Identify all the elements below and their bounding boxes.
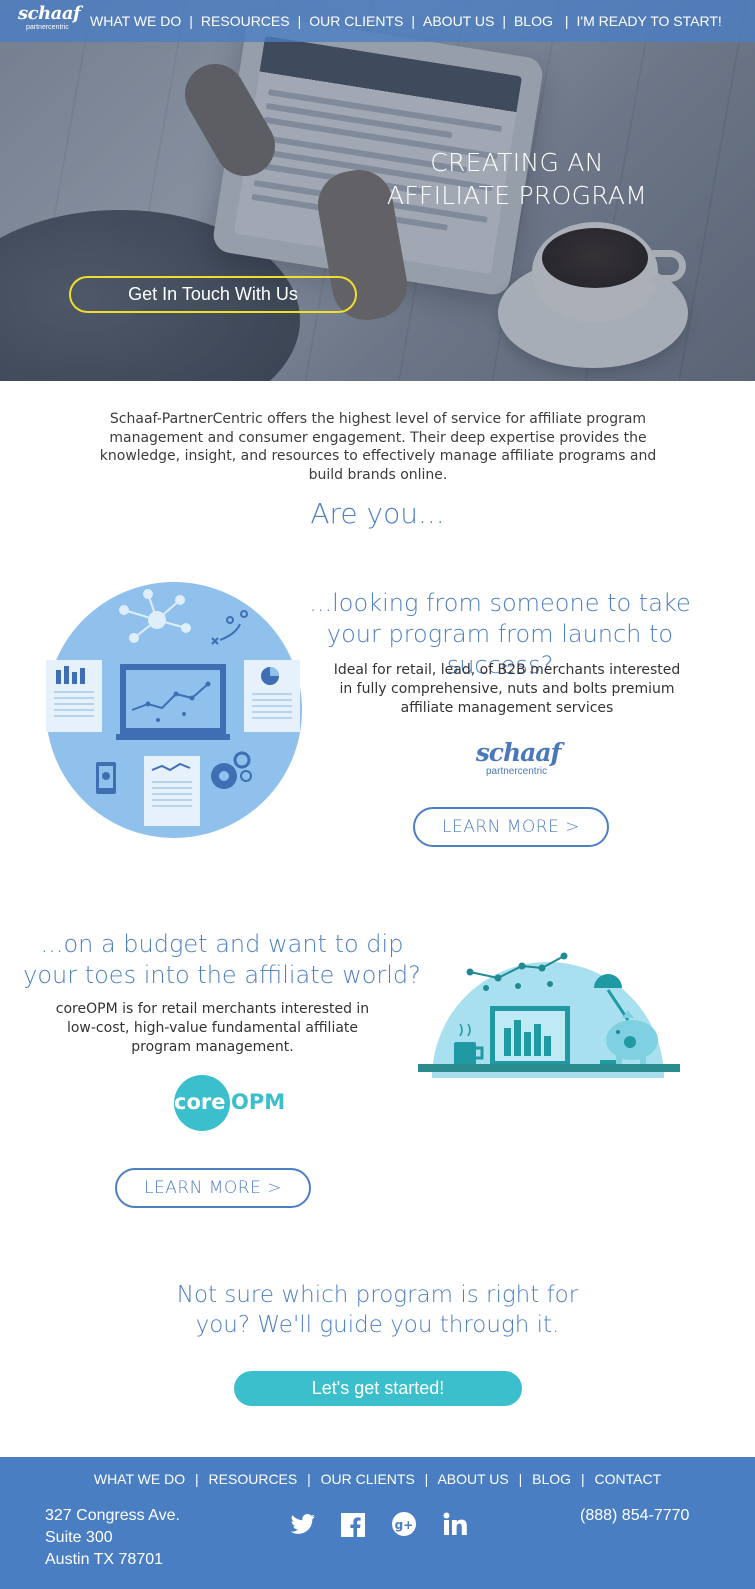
facebook-icon[interactable] xyxy=(338,1509,368,1539)
section1-description: Ideal for retail, lead, of B2B merchants… xyxy=(333,662,681,716)
address-line-3: Austin TX 78701 xyxy=(45,1551,164,1568)
top-nav-bar: schaaf partnercentric WHAT WE DO | RESOU… xyxy=(0,0,755,42)
learn-more-coreopm-button[interactable]: LEARN MORE > xyxy=(115,1168,311,1208)
footer-phone[interactable]: (888) 854-7770 xyxy=(580,1507,689,1525)
coreopm-logo: core OPM xyxy=(174,1075,294,1131)
coreopm-logo-opm: OPM xyxy=(231,1090,286,1114)
are-you-heading: Are you... xyxy=(310,497,445,530)
hero-banner: CREATING AN AFFILIATE PROGRAM Get In Tou… xyxy=(0,0,755,381)
twitter-icon[interactable] xyxy=(288,1509,318,1539)
footer-separator: | xyxy=(195,1471,199,1487)
footer-link-about-us[interactable]: ABOUT US xyxy=(437,1471,508,1487)
line-report-icon xyxy=(144,756,200,826)
nav-separator: | xyxy=(297,13,302,29)
address-line-1: 327 Congress Ave. xyxy=(45,1507,180,1524)
monitor-chart-icon xyxy=(116,664,230,740)
top-nav-links: WHAT WE DO | RESOURCES | OUR CLIENTS | A… xyxy=(88,0,724,42)
footer: WHAT WE DO | RESOURCES | OUR CLIENTS | A… xyxy=(0,1457,755,1589)
footer-nav: WHAT WE DO | RESOURCES | OUR CLIENTS | A… xyxy=(0,1471,755,1487)
footer-separator: | xyxy=(307,1471,311,1487)
logo-subtitle: partnercentric xyxy=(26,24,69,31)
footer-separator: | xyxy=(424,1471,429,1487)
nav-separator: | xyxy=(411,13,415,29)
address-line-2: Suite 300 xyxy=(45,1529,113,1546)
footer-link-resources[interactable]: RESOURCES xyxy=(209,1471,298,1487)
hero-title-line-2: AFFILIATE PROGRAM xyxy=(386,181,648,210)
guide-heading: Not sure which program is right for you?… xyxy=(176,1282,579,1338)
laptop-chart-icon xyxy=(490,1006,570,1066)
footer-link-our-clients[interactable]: OUR CLIENTS xyxy=(321,1471,415,1487)
logo-wordmark: schaaf xyxy=(18,3,81,24)
google-plus-icon[interactable]: g+ xyxy=(389,1509,419,1539)
nav-link-ready-to-start[interactable]: I'M READY TO START! xyxy=(575,13,724,29)
nav-separator: | xyxy=(502,13,506,29)
linkedin-icon[interactable] xyxy=(440,1509,470,1539)
hero-title-line-1: CREATING AN xyxy=(430,148,604,177)
nav-separator: | xyxy=(189,13,193,29)
footer-link-what-we-do[interactable]: WHAT WE DO xyxy=(94,1471,185,1487)
shelf-icon xyxy=(418,1064,680,1072)
nav-link-about-us[interactable]: ABOUT US xyxy=(421,13,496,29)
nav-link-what-we-do[interactable]: WHAT WE DO xyxy=(88,13,183,29)
footer-separator: | xyxy=(580,1471,585,1487)
hero-title: CREATING AN AFFILIATE PROGRAM xyxy=(352,146,682,212)
footer-link-contact[interactable]: CONTACT xyxy=(595,1471,662,1487)
section2-description: coreOPM is for retail merchants interest… xyxy=(55,1001,370,1055)
premium-service-illustration xyxy=(46,582,302,838)
coreopm-logo-core: core xyxy=(174,1090,226,1114)
schaaf-logo-subtitle: partnercentric xyxy=(486,766,548,777)
footer-address: 327 Congress Ave. Suite 300 Austin TX 78… xyxy=(45,1505,180,1571)
nav-link-our-clients[interactable]: OUR CLIENTS xyxy=(307,13,405,29)
learn-more-schaaf-button[interactable]: LEARN MORE > xyxy=(413,807,609,847)
intro-text: Schaaf-PartnerCentric offers the highest… xyxy=(99,411,657,483)
nav-separator: | xyxy=(564,13,569,29)
footer-separator: | xyxy=(518,1471,523,1487)
phone-icon xyxy=(96,762,116,794)
schaaf-partnercentric-logo: schaaf partnercentric xyxy=(468,740,568,784)
footer-link-blog[interactable]: BLOG xyxy=(532,1471,571,1487)
schaaf-logo-wordmark: schaaf xyxy=(475,738,562,767)
nav-link-blog[interactable]: BLOG xyxy=(512,13,555,29)
bar-report-icon xyxy=(46,660,102,732)
get-started-button[interactable]: Let's get started! xyxy=(234,1371,522,1406)
schaaf-logo[interactable]: schaaf partnercentric xyxy=(18,3,81,37)
get-in-touch-button[interactable]: Get In Touch With Us xyxy=(69,276,357,313)
svg-text:g+: g+ xyxy=(395,1518,414,1532)
budget-illustration xyxy=(418,952,680,1078)
nav-link-resources[interactable]: RESOURCES xyxy=(199,13,292,29)
section2-heading: ...on a budget and want to dip your toes… xyxy=(23,930,421,989)
